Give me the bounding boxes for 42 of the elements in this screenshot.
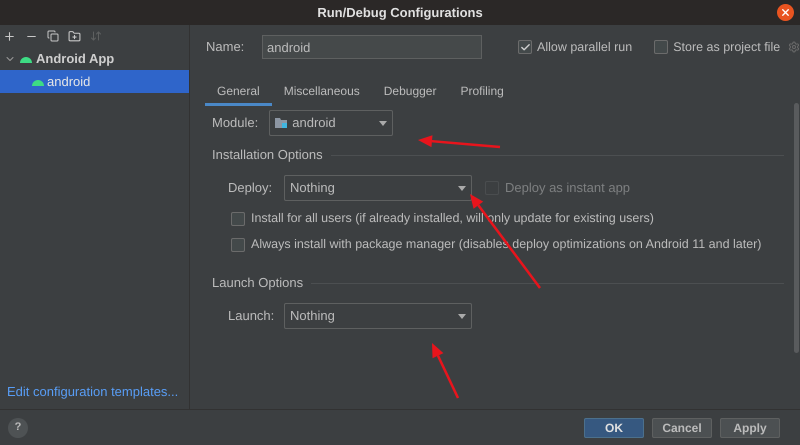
checkbox[interactable] bbox=[231, 212, 245, 226]
close-icon bbox=[780, 7, 791, 18]
tab[interactable]: Miscellaneous bbox=[272, 78, 372, 106]
tree-item[interactable]: android bbox=[0, 70, 189, 93]
dialog-button[interactable]: Cancel bbox=[652, 418, 712, 438]
deploy-label: Deploy: bbox=[228, 179, 272, 198]
android-icon bbox=[32, 78, 44, 86]
close-button[interactable] bbox=[777, 4, 794, 21]
copy-icon[interactable] bbox=[47, 30, 59, 42]
allow-parallel-run-label: Allow parallel run bbox=[537, 38, 632, 56]
store-as-project-file-label: Store as project file bbox=[673, 38, 780, 56]
name-field[interactable]: android bbox=[262, 35, 482, 59]
tab[interactable]: General bbox=[205, 78, 272, 106]
tab[interactable]: Debugger bbox=[372, 78, 448, 106]
check-icon bbox=[520, 42, 530, 52]
launch-dropdown[interactable]: Nothing bbox=[284, 303, 472, 329]
checkbox[interactable] bbox=[518, 40, 532, 54]
name-label: Name: bbox=[206, 38, 246, 56]
dialog-button[interactable]: Apply bbox=[720, 418, 780, 438]
dropdown-caret-icon bbox=[458, 314, 466, 318]
folder-icon[interactable] bbox=[68, 30, 81, 42]
checkbox[interactable] bbox=[231, 238, 245, 252]
launch-label: Launch: bbox=[228, 307, 272, 326]
dropdown-caret-icon bbox=[379, 120, 388, 126]
tree-item[interactable]: Android App bbox=[0, 47, 189, 70]
deploy-dropdown[interactable]: Nothing bbox=[284, 175, 472, 201]
tab[interactable]: Profiling bbox=[448, 78, 516, 106]
help-button[interactable]: ? bbox=[8, 418, 28, 438]
dropdown-caret-icon bbox=[458, 186, 466, 190]
section-title: Installation Options bbox=[212, 146, 323, 164]
module-folder-icon bbox=[275, 117, 288, 129]
module-dropdown[interactable]: android bbox=[269, 110, 394, 136]
dialog-button[interactable]: OK bbox=[584, 418, 644, 438]
annotation-arrow bbox=[432, 343, 460, 399]
instant-app-label: Deploy as instant app bbox=[505, 179, 630, 198]
android-icon bbox=[20, 54, 32, 62]
module-label: Module: bbox=[212, 114, 258, 132]
checkbox[interactable] bbox=[654, 40, 668, 54]
edit-templates-link[interactable]: Edit configuration templates... bbox=[0, 382, 189, 409]
add-icon[interactable] bbox=[3, 30, 16, 42]
section-title: Launch Options bbox=[212, 274, 304, 292]
window-title: Run/Debug Configurations bbox=[317, 4, 483, 22]
